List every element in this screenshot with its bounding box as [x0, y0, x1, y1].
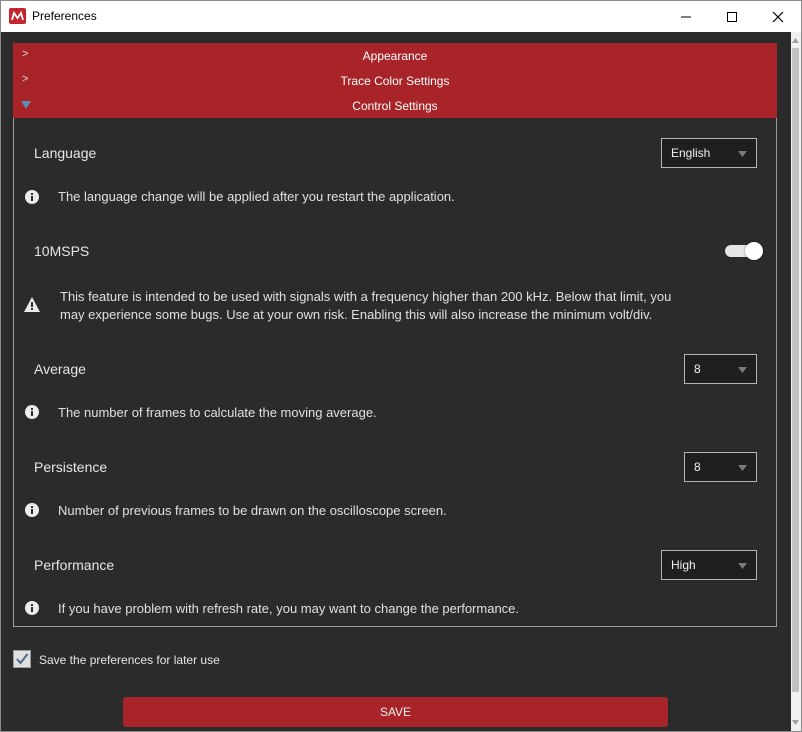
save-preferences-checkbox[interactable]: [13, 650, 31, 668]
info-icon: [25, 405, 39, 419]
average-value: 8: [694, 362, 701, 376]
accordion-label: Trace Color Settings: [340, 74, 450, 88]
toggle-knob: [745, 242, 763, 260]
persistence-label: Persistence: [34, 459, 108, 475]
dropdown-arrow-icon: [738, 563, 747, 569]
info-icon: [25, 503, 39, 517]
performance-dropdown[interactable]: High: [661, 550, 757, 580]
close-button[interactable]: [755, 1, 801, 32]
language-dropdown[interactable]: English: [661, 138, 757, 168]
info-icon: [25, 190, 39, 204]
accordion-label: Appearance: [362, 49, 428, 63]
info-icon: [25, 601, 39, 615]
language-note: The language change will be applied afte…: [58, 189, 455, 204]
window-title: Preferences: [32, 9, 97, 23]
msps-warning-line1: This feature is intended to be used with…: [60, 289, 672, 304]
accordion-appearance[interactable]: > Appearance: [13, 43, 777, 68]
dropdown-arrow-icon: [738, 367, 747, 373]
checkmark-icon: [16, 653, 29, 665]
performance-note: If you have problem with refresh rate, y…: [58, 601, 520, 616]
dropdown-arrow-icon: [738, 465, 747, 471]
language-label: Language: [34, 145, 97, 161]
app-logo-icon: [9, 8, 26, 24]
average-dropdown[interactable]: 8: [684, 354, 757, 384]
accordion-control-settings[interactable]: Control Settings: [13, 93, 777, 118]
persistence-note: Number of previous frames to be drawn on…: [58, 503, 447, 518]
msps-label: 10MSPS: [34, 243, 90, 259]
persistence-value: 8: [694, 460, 701, 474]
minimize-button[interactable]: [663, 1, 709, 32]
msps-warning-line2: may experience some bugs. Use at your ow…: [60, 307, 653, 322]
language-value: English: [671, 146, 711, 160]
persistence-dropdown[interactable]: 8: [684, 452, 757, 482]
scroll-down-icon[interactable]: [792, 720, 799, 725]
scrollbar-thumb[interactable]: [792, 48, 799, 692]
dropdown-arrow-icon: [738, 151, 747, 157]
msps-warning: This feature is intended to be used with…: [60, 288, 740, 324]
performance-label: Performance: [34, 557, 115, 573]
scroll-up-icon[interactable]: [792, 38, 799, 43]
save-preferences-label[interactable]: Save the preferences for later use: [39, 653, 220, 667]
average-note: The number of frames to calculate the mo…: [58, 405, 377, 420]
minimize-icon: [681, 16, 691, 18]
performance-value: High: [671, 558, 696, 572]
close-icon: [772, 11, 784, 23]
maximize-icon: [727, 12, 737, 22]
title-bar[interactable]: Preferences: [1, 1, 801, 32]
average-label: Average: [34, 361, 86, 377]
accordion-trace-color-settings[interactable]: > Trace Color Settings: [13, 68, 777, 93]
accordion-label: Control Settings: [352, 99, 438, 113]
maximize-button[interactable]: [709, 1, 755, 32]
warning-icon: [24, 297, 40, 312]
msps-toggle[interactable]: [723, 241, 763, 261]
save-button[interactable]: SAVE: [123, 697, 668, 727]
vertical-scrollbar[interactable]: [790, 32, 801, 731]
preferences-window: Preferences > Appearance > Trace Color S…: [0, 0, 802, 732]
